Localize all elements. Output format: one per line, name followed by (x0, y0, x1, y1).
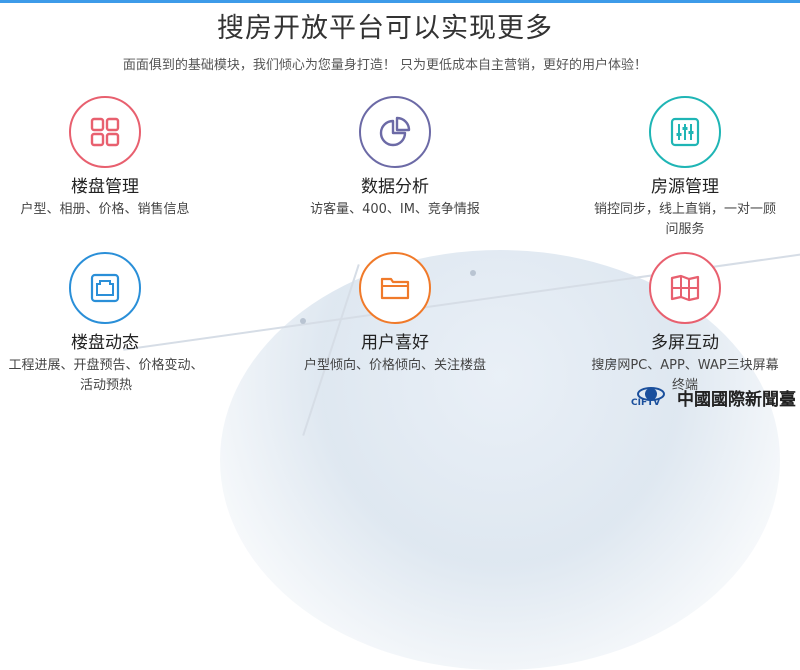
feature-title: 数据分析 (361, 177, 429, 197)
map-icon (649, 252, 721, 324)
top-accent-rule (0, 0, 800, 3)
feature-title: 房源管理 (651, 177, 719, 197)
sliders-icon (649, 96, 721, 168)
feature-title: 楼盘管理 (71, 177, 139, 197)
feature-description: 户型倾向、价格倾向、关注楼盘 (303, 358, 486, 373)
page-subtitle: 面面俱到的基础模块，我们倾心为您量身打造！ 只为更低成本自主营销，更好的用户体验… (122, 58, 648, 73)
feature-card-building-management[interactable]: 楼盘管理 户型、相册、价格、销售信息 (0, 96, 210, 220)
feature-card-user-preference[interactable]: 用户喜好 户型倾向、价格倾向、关注楼盘 (290, 252, 500, 376)
page-title: 搜房开放平台可以实现更多 (217, 13, 553, 44)
pie-chart-icon (359, 96, 431, 168)
feature-card-project-news[interactable]: 楼盘动态 工程进展、开盘预告、价格变动、活动预热 (0, 252, 210, 396)
ethernet-port-icon (69, 252, 141, 324)
feature-description: 访客量、400、IM、竞争情报 (310, 202, 480, 217)
feature-card-data-analysis[interactable]: 数据分析 访客量、400、IM、竞争情报 (290, 96, 500, 220)
grid-icon (69, 96, 141, 168)
cif-tv-logo: CIFTV (631, 386, 671, 408)
logo-text: CIFTV (631, 398, 661, 408)
feature-description: 工程进展、开盘预告、价格变动、活动预热 (8, 358, 204, 393)
feature-description: 户型、相册、价格、销售信息 (20, 202, 190, 217)
feature-description: 销控同步，线上直销，一对一顾问服务 (593, 202, 776, 237)
feature-title: 用户喜好 (361, 333, 429, 353)
feature-card-multi-screen[interactable]: 多屏互动 搜房网PC、APP、WAP三块屏幕终端 (580, 252, 790, 396)
feature-title: 多屏互动 (651, 333, 719, 353)
feature-card-listing-management[interactable]: 房源管理 销控同步，线上直销，一对一顾问服务 (580, 96, 790, 240)
feature-title: 楼盘动态 (71, 333, 139, 353)
watermark-text: 中國國際新聞臺 (677, 389, 796, 410)
watermark: CIFTV 中國國際新聞臺 (631, 384, 796, 410)
folder-icon (359, 252, 431, 324)
